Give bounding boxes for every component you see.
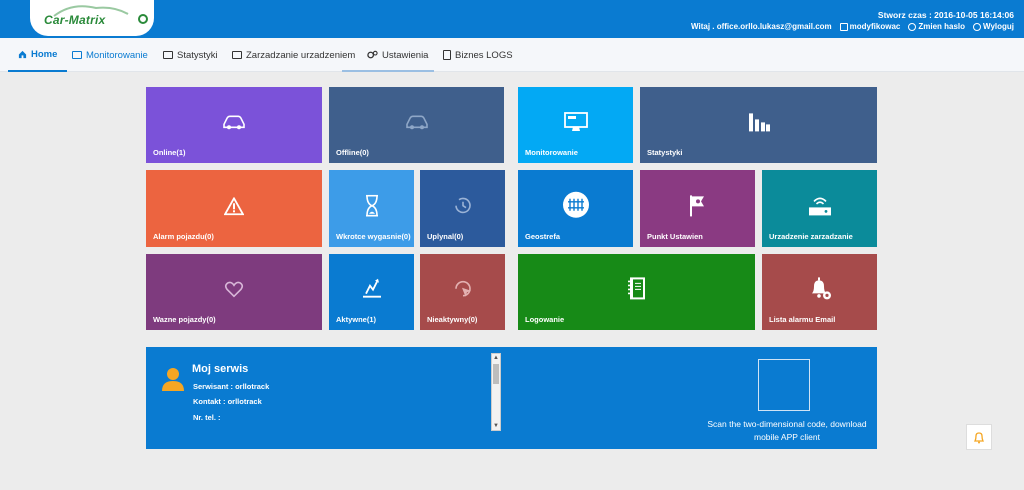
tile-monitorowanie[interactable]: Monitorowanie [518,87,633,163]
service-scrollbar[interactable]: ▲ ▼ [491,353,501,431]
tab-biznes-logs[interactable]: Biznes LOGS [443,38,513,72]
logo-target-icon [138,14,148,24]
table-icon [163,51,173,59]
inactive-cursor-icon [454,280,471,297]
tile-aktywne[interactable]: Aktywne(1) [329,254,414,330]
bell-icon [973,431,985,443]
welcome-text: Witaj . office.orllo.lukasz@gmail.com [691,22,832,31]
logout-link[interactable]: Wyloguj [973,22,1014,31]
hourglass-icon [365,194,378,216]
tab-label: Monitorowanie [86,49,148,61]
tile-nieaktywny[interactable]: Nieaktywny(0) [420,254,505,330]
scroll-thumb[interactable] [493,364,499,384]
tile-urzadzenie-zarzadzanie[interactable]: Urzadzenie zarzadzanie [762,170,877,247]
tab-ustawienia[interactable]: Ustawienia [367,38,428,72]
car-icon [223,115,245,130]
tile-wazne-pojazdy[interactable]: Wazne pojazdy(0) [146,254,322,330]
tile-online[interactable]: Online(1) [146,87,322,163]
tile-label: Aktywne(1) [336,315,377,324]
tile-statystyki[interactable]: Statystyki [640,87,877,163]
tile-lista-alarmu-email[interactable]: Lista alarmu Email [762,254,877,330]
service-panel: Moj serwis Serwisant : orllotrack Kontak… [146,347,877,449]
tile-alarm[interactable]: Alarm pojazdu(0) [146,170,322,247]
tile-geostrefa[interactable]: Geostrefa [518,170,633,247]
qr-code-image [758,359,810,411]
change-password-label: Zmien haslo [918,22,966,31]
tab-statystyki[interactable]: Statystyki [163,38,218,72]
bar-chart-icon [748,113,770,132]
tile-uplynal[interactable]: Uplynal(0) [420,170,505,247]
tile-label: Wazne pojazdy(0) [153,315,216,324]
tile-label: Lista alarmu Email [769,315,836,324]
tile-logowanie[interactable]: Logowanie [518,254,755,330]
tab-label: Home [31,48,58,60]
tile-label: Punkt Ustawien [647,232,703,241]
modify-label: modyfikowac [849,22,901,31]
tile-punkt-ustawien[interactable]: Punkt Ustawien [640,170,755,247]
tab-label: Biznes LOGS [455,49,513,61]
file-icon [443,50,451,60]
warning-icon [224,196,244,215]
tab-label: Statystyki [177,49,218,61]
heart-icon [224,281,244,298]
tile-label: Alarm pojazdu(0) [153,232,214,241]
user-bar: Witaj . office.orllo.lukasz@gmail.com mo… [691,22,1014,31]
change-password-link[interactable]: Zmien haslo [908,22,965,31]
logout-label: Wyloguj [983,22,1014,31]
tab-home[interactable]: Home [8,38,68,72]
flag-icon [689,194,704,216]
history-icon [454,197,471,213]
tile-label: Statystyki [647,148,683,157]
gears-icon [367,50,378,59]
bell-gear-icon [811,277,831,300]
tile-label: Online(1) [153,148,186,157]
logo-text: Car-Matrix [44,13,106,27]
home-icon [18,50,27,58]
tile-offline[interactable]: Offline(0) [329,87,504,163]
nav-bar: Home Monitorowanie Statystyki Zarzadzani… [0,38,1024,72]
scroll-up-arrow-icon[interactable]: ▲ [492,354,500,362]
tile-wkrotce-wygasnie[interactable]: Wkrotce wygasnie(0) [329,170,414,247]
phone-text: Nr. tel. : [193,413,221,422]
tile-label: Logowanie [525,315,565,324]
create-time: Stworz czas : 2016-10-05 16:14:06 [877,10,1014,20]
user-avatar-icon [162,368,184,391]
activity-icon [362,278,381,298]
tile-label: Geostrefa [525,232,561,241]
tile-label: Urzadzenie zarzadzanie [769,232,853,241]
top-header: Car-Matrix Stworz czas : 2016-10-05 16:1… [0,0,1024,38]
modify-link[interactable]: modyfikowac [839,22,901,31]
scroll-down-arrow-icon[interactable]: ▼ [492,422,500,430]
tab-zarzadzanie[interactable]: Zarzadzanie urzadzeniem [232,38,355,72]
car-icon [405,115,428,130]
tab-label: Zarzadzanie urzadzeniem [246,49,356,61]
tab-hover-indicator [342,70,434,72]
fence-icon [562,191,589,218]
logo[interactable]: Car-Matrix [30,0,154,36]
contact-text: Kontakt : orllotrack [193,397,262,406]
notebook-icon [627,277,645,300]
tile-label: Uplynal(0) [427,232,464,241]
tile-label: Nieaktywny(0) [427,315,478,324]
map-icon [72,51,82,59]
tile-label: Offline(0) [336,148,369,157]
scan-qr-text: Scan the two-dimensional code, download … [707,419,867,442]
monitor-icon [563,112,588,131]
device-icon [232,51,242,59]
tab-monitorowanie[interactable]: Monitorowanie [72,38,148,72]
key-icon [908,22,917,31]
edit-icon [839,22,848,31]
tile-label: Wkrotce wygasnie(0) [336,232,411,241]
notification-button[interactable] [966,424,992,450]
power-icon [973,22,982,31]
service-title: Moj serwis [192,363,249,375]
router-icon [808,197,831,215]
tab-label: Ustawienia [382,49,429,61]
servicer-text: Serwisant : orllotrack [193,382,270,391]
tile-label: Monitorowanie [525,148,578,157]
